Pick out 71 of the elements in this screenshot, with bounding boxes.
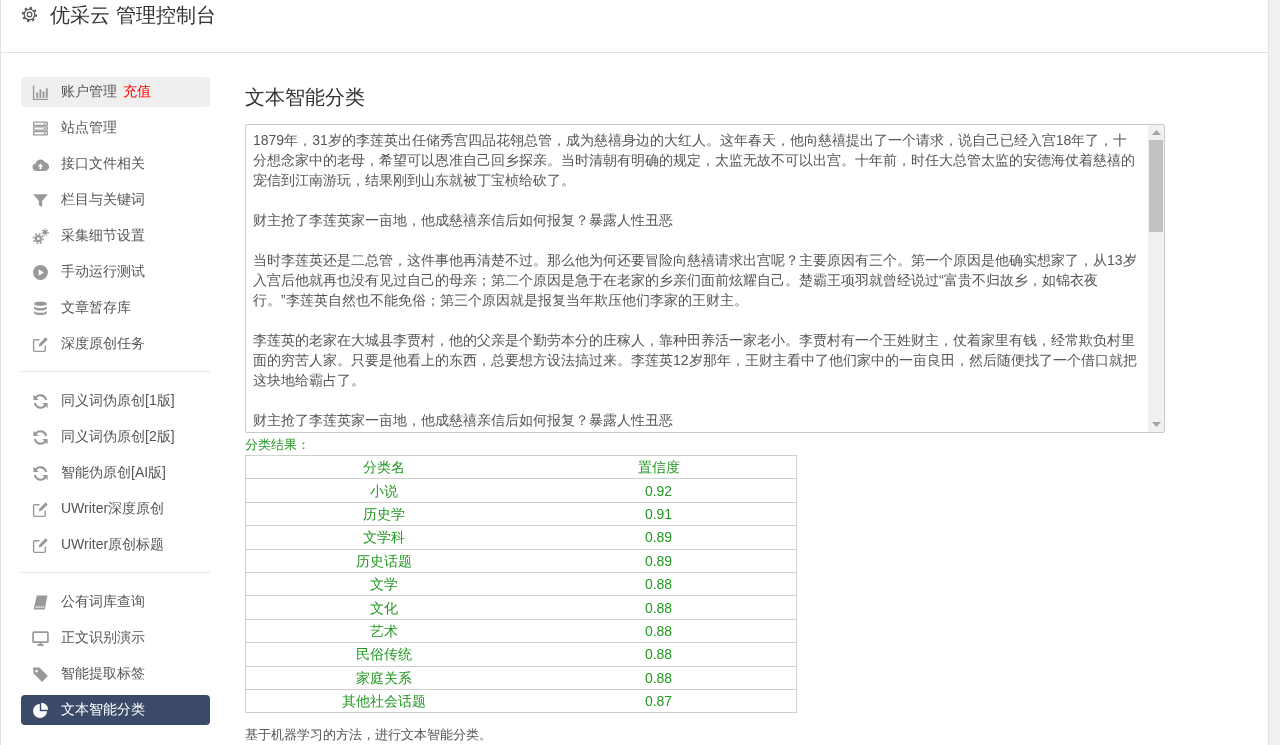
table-cell: 小说 (245, 478, 521, 503)
refresh-icon (32, 392, 49, 410)
paragraph-text: 当时李莲英还是二总管，这件事他再清楚不过。那么他为何还要冒险向慈禧请求出宫呢？主要原因有三个。第一个原因是他确实想家了，从13岁入宫后他就再也没有见过自己的母亲；第二个原因是急于在老家的乡亲们面前炫耀自己。楚霸王项羽就曾经说过“富贵不归故乡，如锦衣夜行。”李莲英自然也不能免俗；第三个原因就是报复当年欺压他们李家的王财主。 (253, 251, 1138, 310)
table-cell: 其他社会话题 (245, 689, 521, 713)
down-arrow-icon[interactable] (1151, 422, 1161, 427)
text-area[interactable] (245, 124, 1165, 433)
table-cell: 历史话题 (245, 549, 521, 573)
up-arrow-icon[interactable] (1151, 130, 1161, 135)
column-header: 置信度 (521, 455, 797, 479)
table-cell: 文化 (245, 595, 521, 620)
monitor-icon (32, 629, 49, 647)
sidebar-item[interactable]: 同义词伪原创[1版] (21, 386, 210, 416)
edit-icon (32, 500, 49, 518)
table-cell: 文学 (245, 572, 521, 596)
sidebar-item[interactable]: 公有词库查询 (21, 587, 210, 617)
paragraph-text: 财主抢了李莲英家一亩地，他成慈禧亲信后如何报复？暴露人性丑恶 (253, 211, 674, 230)
paragraph-text: 李莲英的老家在大城县李贾村，他的父亲是个勤劳本分的庄稼人，靠种田养活一家老小。李贾村有一个王姓财主，仗着家里有钱，经常欺负村里面的穷苦人家。只要是他看上的东西，总要想方设法搞过来。李莲英12岁那年，王财主看中了他们家中的一亩良田，然后随便找了一个借口就把这块地给霸占了。 (253, 331, 1138, 390)
scrollbar-thumb[interactable] (1149, 140, 1163, 232)
play-circle-icon (32, 263, 49, 281)
table-cell: 民俗传统 (245, 642, 521, 666)
table-cell: 0.88 (521, 666, 797, 690)
table-cell: 0.88 (521, 595, 797, 620)
sidebar-item[interactable]: 深度原创任务 (21, 329, 210, 359)
paragraph-text: 1879年，31岁的李莲英出任储秀宫四品花翎总管，成为慈禧身边的大红人。这年春天，他向慈禧提出了一个请求，说自己已经入宫18年了，十分想念家中的老母，希望可以恩准自己回乡探亲。当时清朝有明确的规定，太监无故不可以出宫。十年前，时任大总管太监的安德海仗着慈禧的宠信到江南游玩，结果刚到山东就被丁宝桢给砍了。 (253, 131, 1136, 190)
sidebar-item[interactable]: 接口文件相关 (21, 149, 210, 179)
table-cell: 0.89 (521, 525, 797, 550)
settings-icon (21, 6, 38, 23)
table-cell: 文学科 (245, 525, 521, 550)
sidebar-item[interactable]: 文本智能分类 (21, 695, 210, 725)
database-icon (32, 299, 49, 317)
result-label: 分类结果： (245, 436, 311, 453)
edit-icon (32, 335, 49, 353)
sidebar-item[interactable]: 栏目与关键词 (21, 185, 210, 215)
table-cell: 艺术 (245, 619, 521, 643)
table-cell: 0.89 (521, 549, 797, 573)
sidebar-item[interactable]: UWriter原创标题 (21, 530, 210, 560)
sidebar-item[interactable]: UWriter深度原创 (21, 494, 210, 524)
sidebar-item[interactable]: 正文识别演示 (21, 623, 210, 653)
pie-chart-icon (32, 701, 49, 719)
table-cell: 0.91 (521, 502, 797, 526)
tag-icon (32, 665, 49, 683)
gears-icon (32, 227, 49, 245)
sidebar-item[interactable]: 同义词伪原创[2版] (21, 422, 210, 452)
table-cell: 0.88 (521, 619, 797, 643)
sidebar-item[interactable]: 站点管理 (21, 113, 210, 143)
table-cell: 0.88 (521, 642, 797, 666)
sidebar-item[interactable]: 账户管理 充值 (21, 77, 210, 107)
table-cell: 历史学 (245, 502, 521, 526)
page-title: 文本智能分类 (245, 85, 366, 109)
sidebar-item[interactable]: 文章暂存库 (21, 293, 210, 323)
sidebar-item[interactable]: 智能提取标签 (21, 659, 210, 689)
sidebar-item[interactable]: 采集细节设置 (21, 221, 210, 251)
server-icon (32, 119, 49, 137)
bar-chart-icon (32, 83, 49, 101)
table-cell: 0.88 (521, 572, 797, 596)
refresh-icon (32, 428, 49, 446)
refresh-icon (32, 464, 49, 482)
sidebar-item[interactable]: 智能伪原创[AI版] (21, 458, 210, 488)
page-scrollbar-track[interactable] (1269, 0, 1280, 745)
table-cell: 0.87 (521, 689, 797, 713)
edit-icon (32, 536, 49, 554)
sidebar-item[interactable]: 手动运行测试 (21, 257, 210, 287)
app-title: 优采云 管理控制台 (50, 3, 216, 27)
scrollbar-track[interactable] (1148, 125, 1164, 432)
column-header: 分类名 (245, 455, 521, 479)
table-cell: 0.92 (521, 478, 797, 503)
book-icon (32, 593, 49, 611)
description-text: 基于机器学习的方法，进行文本智能分类。 (245, 726, 493, 744)
filter-icon (32, 191, 49, 209)
paragraph-text: 财主抢了李莲英家一亩地，他成慈禧亲信后如何报复？暴露人性丑恶 (253, 411, 674, 430)
table-cell: 家庭关系 (245, 666, 521, 690)
